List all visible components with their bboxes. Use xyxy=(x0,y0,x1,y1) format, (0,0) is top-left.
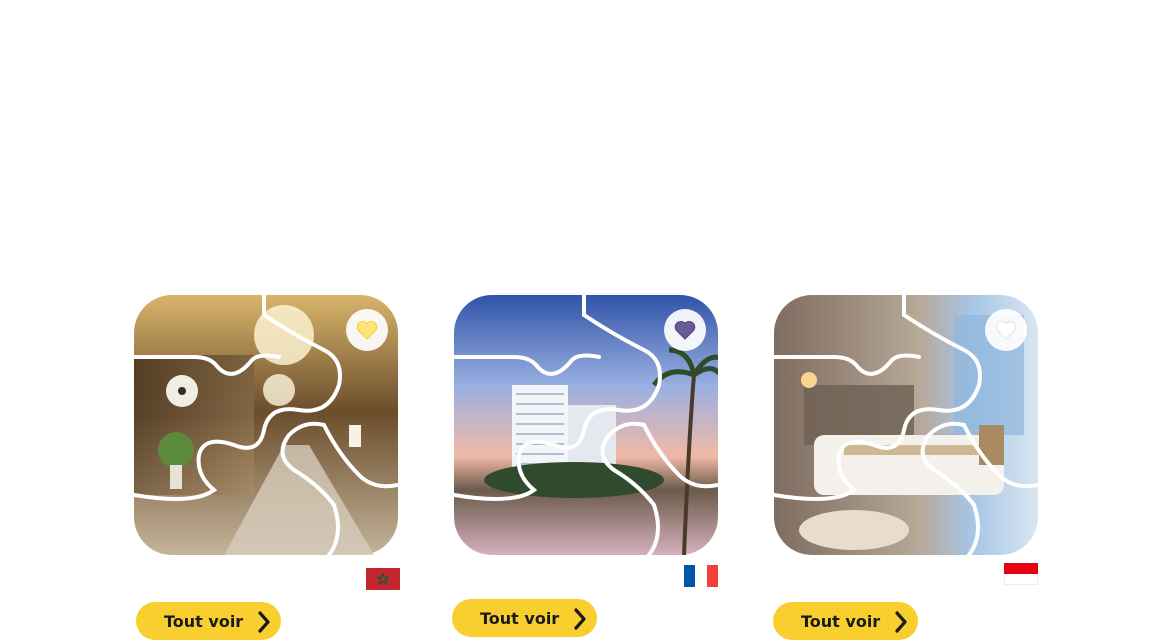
see-all-label: Tout voir xyxy=(480,608,560,628)
favorite-button[interactable] xyxy=(985,309,1027,351)
favorite-button[interactable] xyxy=(346,309,388,351)
morocco-flag xyxy=(366,568,400,590)
indonesia-flag xyxy=(1004,563,1038,585)
chevron-right-icon xyxy=(258,611,270,633)
see-all-label: Tout voir xyxy=(164,611,244,631)
hotel-card[interactable]: Tout voir xyxy=(452,295,718,641)
page: Tout voir Tout voir Tout voir xyxy=(0,0,1152,641)
heart-icon xyxy=(356,321,378,340)
hotel-card[interactable]: Tout voir xyxy=(134,295,400,641)
france-flag xyxy=(684,565,718,587)
heart-icon xyxy=(995,321,1017,340)
see-all-label: Tout voir xyxy=(801,611,881,631)
chevron-right-icon xyxy=(574,608,586,630)
star-icon xyxy=(377,573,389,585)
favorite-button[interactable] xyxy=(664,309,706,351)
hotel-card[interactable]: Tout voir xyxy=(773,295,1038,641)
see-all-button[interactable]: Tout voir xyxy=(452,599,597,637)
chevron-right-icon xyxy=(895,611,907,633)
see-all-button[interactable]: Tout voir xyxy=(773,602,918,640)
heart-icon xyxy=(674,321,696,340)
see-all-button[interactable]: Tout voir xyxy=(136,602,281,640)
